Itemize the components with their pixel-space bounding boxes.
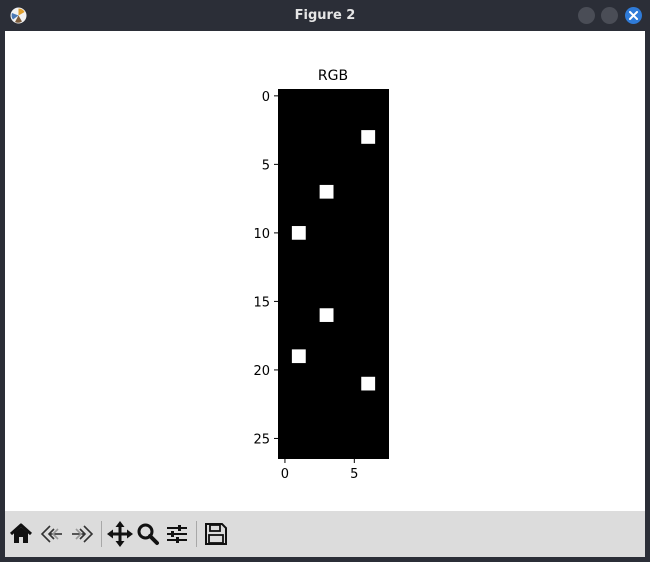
pan-icon [107,521,133,547]
white-pixel [319,184,334,199]
chart-title: RGB [318,68,348,84]
minimize-button[interactable] [578,7,595,24]
save-icon [205,523,227,545]
white-pixel [361,130,376,144]
toolbar-separator [196,521,197,547]
back-icon [40,525,62,543]
zoom-button[interactable] [134,520,162,548]
close-button[interactable] [625,7,642,24]
configure-icon [167,525,187,543]
white-pixel [361,376,376,391]
title-bar[interactable]: Figure 2 [0,0,650,31]
x-tick-label: 5 [350,467,358,482]
window-title: Figure 2 [294,8,356,23]
forward-button[interactable] [68,520,96,548]
back-button[interactable] [38,520,66,548]
figure-canvas[interactable]: RGB 0 5 10 15 20 25 0 5 [5,31,645,511]
y-tick-label: 20 [253,364,270,379]
configure-subplots-button[interactable] [163,520,191,548]
y-tick-label: 10 [253,227,270,242]
white-pixel [319,308,334,322]
zoom-icon [137,523,159,545]
pan-button[interactable] [106,520,134,548]
figure-window: Figure 2 RGB 0 5 10 15 20 25 0 5 [0,0,650,562]
close-icon [629,11,638,20]
home-button[interactable] [7,520,35,548]
image-axes [278,89,389,459]
save-button[interactable] [202,520,230,548]
x-tick-label: 0 [281,467,289,482]
y-tick-label: 25 [253,432,270,447]
image-background [278,89,389,459]
home-icon [9,523,33,543]
y-tick-label: 15 [253,295,270,310]
toolbar-separator [101,521,102,547]
navigation-toolbar [5,511,645,557]
forward-icon [72,525,94,543]
figure-client-area: RGB 0 5 10 15 20 25 0 5 [5,31,645,557]
maximize-button[interactable] [601,7,618,24]
white-pixel [291,226,306,240]
y-tick-label: 5 [262,158,270,173]
y-tick-label: 0 [262,90,270,105]
white-pixel [291,349,306,364]
